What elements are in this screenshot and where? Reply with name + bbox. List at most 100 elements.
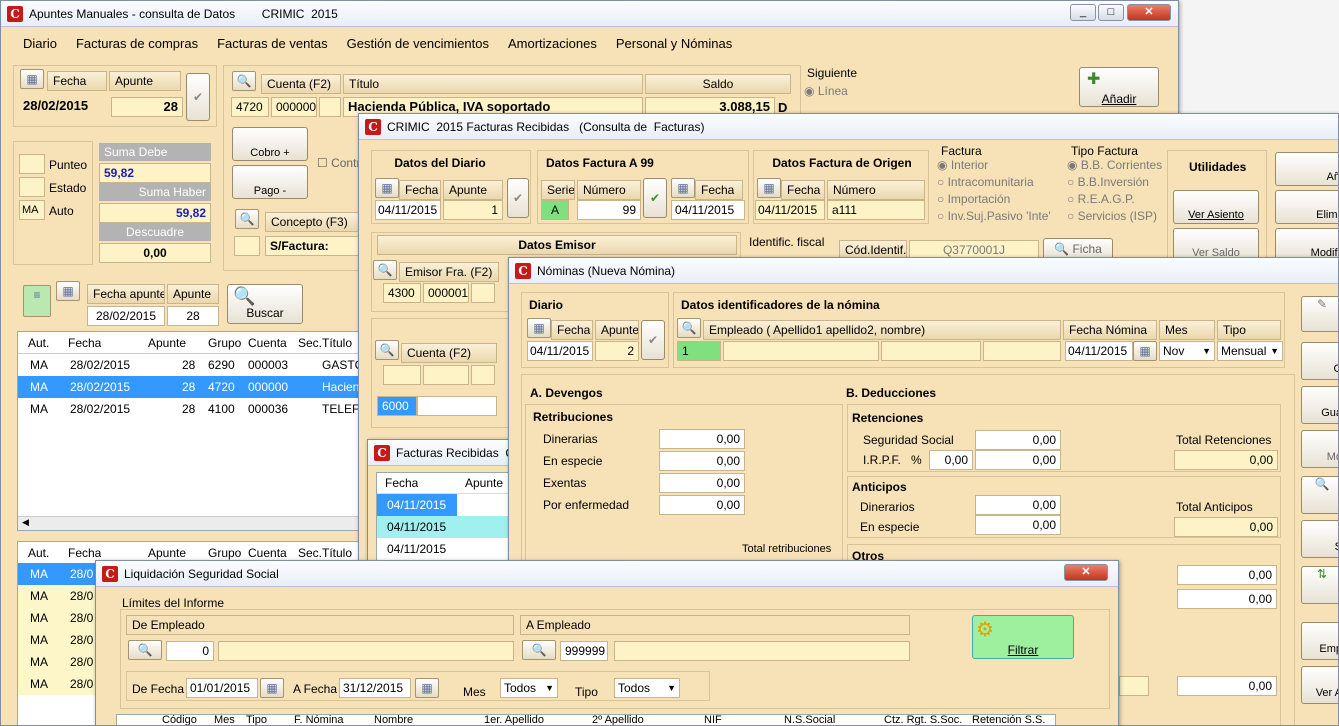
empleado-field[interactable]: 1	[677, 341, 721, 361]
de-emp-name[interactable]	[218, 641, 514, 661]
side-button[interactable]: ⇅	[1301, 566, 1338, 604]
ss-field[interactable]: 0,00	[975, 430, 1061, 450]
cuenta-row-2[interactable]	[417, 396, 497, 416]
otros-field[interactable]: 0,00	[1177, 589, 1277, 609]
empleado-button[interactable]: Emp	[1301, 622, 1338, 660]
radio-linea[interactable]: ◉ Línea	[804, 84, 848, 98]
a-emp-name[interactable]	[614, 641, 910, 661]
confirm-button[interactable]: ✔	[507, 178, 529, 218]
menu-facturas-ventas[interactable]: Facturas de ventas	[217, 36, 328, 51]
title-bar[interactable]: C CRIMIC 2015 Facturas Recibidas (Consul…	[359, 114, 1338, 140]
apunte-field[interactable]: 1	[443, 200, 503, 220]
title-bar[interactable]: C Nóminas (Nueva Nómina)	[509, 258, 1338, 284]
list-item[interactable]: 04/11/2015	[377, 516, 516, 538]
search-empleado-icon[interactable]: 🔍	[677, 318, 701, 338]
side-button[interactable]: ✎	[1301, 296, 1338, 332]
calendar-icon-2[interactable]: ▦	[415, 678, 439, 698]
punteo-box[interactable]	[19, 154, 45, 174]
empleado-nombre[interactable]	[983, 341, 1061, 361]
tipo-select[interactable]: Todos ▼	[614, 678, 680, 698]
search-cuenta-icon[interactable]: 🔍	[375, 340, 399, 360]
calendar-icon[interactable]: ▦	[260, 678, 284, 698]
ver-asiento-button[interactable]: Ver Asiento	[1173, 190, 1259, 224]
search-emisor-icon[interactable]: 🔍	[373, 260, 397, 280]
otros-field[interactable]: 0,00	[1177, 565, 1277, 585]
ver-button[interactable]: Ver A	[1301, 666, 1338, 704]
calendar-icon[interactable]: ▦	[527, 318, 551, 338]
estado-box[interactable]	[19, 177, 45, 197]
a-fecha-field[interactable]: 31/12/2015	[339, 678, 411, 698]
fecha-field[interactable]: 04/11/2015	[375, 200, 441, 220]
filter-icon[interactable]: ≡	[23, 285, 51, 317]
numero-field[interactable]: 99	[577, 200, 641, 220]
calendar-icon-2[interactable]: ▦	[671, 178, 695, 198]
search-concepto-icon[interactable]: 🔍	[235, 209, 259, 229]
exentas-field[interactable]: 0,00	[659, 473, 745, 493]
side-button[interactable]: G	[1301, 342, 1338, 380]
table-row[interactable]: MA28/02/2015284100000036TELEFC	[18, 398, 361, 420]
cuenta-grupo-field[interactable]: 4720	[231, 97, 269, 117]
otros-field-yellow[interactable]	[1119, 676, 1149, 696]
apunte2-field[interactable]: 28	[167, 306, 219, 326]
calendar-icon-2[interactable]: ▦	[1133, 341, 1157, 361]
title-bar[interactable]: C Apuntes Manuales - consulta de Datos C…	[1, 1, 1178, 27]
table2-row-selected[interactable]: MA 28/0	[18, 563, 98, 585]
especie-field[interactable]: 0,00	[659, 451, 745, 471]
empleado-ap1[interactable]	[723, 341, 879, 361]
tipo-factura-opt[interactable]: ◉ B.B. Corrientes ○ B.B.Inversión ○ R.E.A.…	[1067, 157, 1162, 225]
table2-row[interactable]: MA 28/0	[18, 607, 98, 629]
table2-row[interactable]: MA 28/0	[18, 629, 98, 651]
a-emp-field[interactable]: 999999	[560, 641, 608, 661]
calendar-icon-3[interactable]: ▦	[757, 178, 781, 198]
calendar-icon[interactable]: ▦	[20, 69, 44, 89]
emisor-num[interactable]: 000001	[423, 283, 469, 303]
onumero-field[interactable]: a111	[827, 200, 925, 220]
cuenta-row[interactable]: 6000	[377, 396, 417, 416]
emisor-sec[interactable]	[471, 283, 495, 303]
eliminar-button[interactable]: Elimi	[1275, 190, 1338, 224]
mes-select[interactable]: Nov ▼	[1159, 341, 1215, 361]
irpf-pct-field[interactable]: 0,00	[929, 450, 973, 470]
guardar-button[interactable]: Gua	[1301, 386, 1338, 424]
cuenta-num-field[interactable]: 000000	[271, 97, 317, 117]
confirm-button[interactable]: ✔	[186, 73, 210, 121]
dinerarias-field[interactable]: 0,00	[659, 429, 745, 449]
menu-diario[interactable]: Diario	[23, 36, 57, 51]
ofecha-field[interactable]: 04/11/2015	[755, 200, 825, 220]
side-button[interactable]: S	[1301, 520, 1338, 558]
fecha-apunte-field[interactable]: 28/02/2015	[87, 306, 165, 326]
serie-field[interactable]: A	[541, 200, 569, 220]
table2-row[interactable]: MA 28/0	[18, 585, 98, 607]
confirm-button[interactable]: ✔	[641, 320, 665, 360]
emisor-grupo[interactable]: 4300	[383, 283, 421, 303]
contra-checkbox[interactable]: ☐ Contr	[317, 156, 360, 170]
mes-select[interactable]: Todos ▼	[500, 678, 558, 698]
fecha-field[interactable]: 28/02/2015	[19, 97, 107, 117]
apunte-field[interactable]: 28	[111, 97, 183, 117]
tipo-select[interactable]: Mensual ▼	[1217, 341, 1283, 361]
anadir-button[interactable]: Añ	[1275, 152, 1338, 186]
auto-box[interactable]: MA	[19, 200, 45, 220]
pago-button[interactable]: Pago -	[232, 165, 308, 199]
table-row[interactable]: MA 28/02/2015 28 6290 000003 GASTC	[18, 354, 361, 376]
concepto-code[interactable]	[234, 236, 260, 256]
calendar-icon[interactable]: ▦	[375, 178, 399, 198]
factura-opt[interactable]: ◉ Interior ○ Intracomunitaria ○ Importació…	[937, 157, 1051, 225]
menu-gestion-vencimientos[interactable]: Gestión de vencimientos	[347, 36, 489, 51]
cuenta-f3[interactable]	[471, 365, 495, 385]
close-button[interactable]: ✕	[1064, 564, 1108, 581]
empleado-ap2[interactable]	[881, 341, 981, 361]
list-item[interactable]: 04/11/2015	[377, 538, 516, 560]
confirm-green-button[interactable]: ✔	[643, 178, 667, 218]
cuenta-f2[interactable]	[423, 365, 469, 385]
de-emp-field[interactable]: 0	[166, 641, 214, 661]
otros-field[interactable]: 0,00	[1177, 676, 1277, 696]
cuenta-f1[interactable]	[383, 365, 421, 385]
title-bar[interactable]: C Facturas Recibidas C	[368, 440, 516, 466]
list-item[interactable]: 04/11/2015	[377, 494, 516, 516]
ffecha-field[interactable]: 04/11/2015	[671, 200, 745, 220]
apunte-field[interactable]: 2	[595, 341, 639, 361]
minimize-button[interactable]: _	[1070, 4, 1096, 21]
table2-row[interactable]: MA 28/0	[18, 651, 98, 673]
menu-amortizaciones[interactable]: Amortizaciones	[508, 36, 597, 51]
